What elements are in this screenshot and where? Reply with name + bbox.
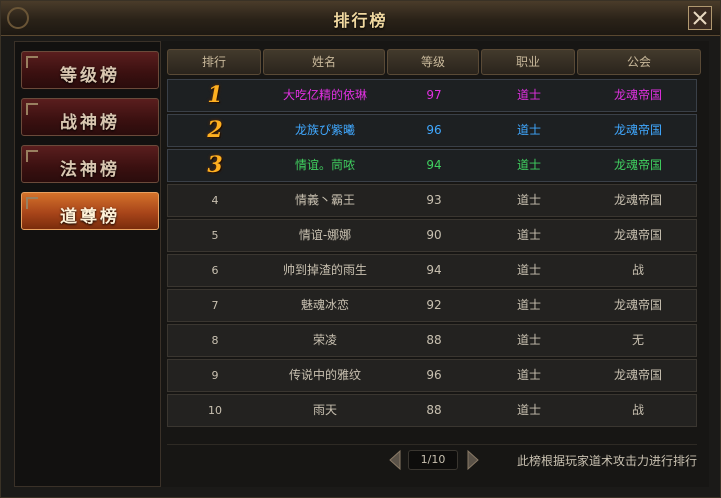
guild-cell: 龙魂帝国 — [613, 88, 662, 102]
table-row[interactable]: 8 荣凌 88 道士 无 — [167, 324, 697, 357]
player-name: 荣凌 — [312, 333, 337, 347]
player-name: 情義丶霸王 — [294, 193, 355, 207]
guild-cell: 龙魂帝国 — [613, 123, 662, 137]
page-indicator: 1/10 — [408, 450, 458, 470]
header-guild[interactable]: 公会 — [577, 49, 701, 75]
level-cell: 88 — [426, 403, 442, 417]
footer-divider — [167, 444, 697, 445]
guild-cell: 龙魂帝国 — [613, 193, 662, 207]
player-name: 魅魂冰恋 — [300, 298, 349, 312]
level-cell: 88 — [426, 333, 442, 347]
level-cell: 97 — [426, 88, 442, 102]
class-cell: 道士 — [516, 228, 541, 242]
close-icon — [693, 11, 707, 25]
class-cell: 道士 — [516, 88, 541, 102]
table-row[interactable]: 9 传说中的雅纹 96 道士 龙魂帝国 — [167, 359, 697, 392]
player-name: 帅到掉渣的雨生 — [282, 263, 367, 277]
table-row[interactable]: 3 情谊。茼哝 94 道士 龙魂帝国 — [167, 149, 697, 182]
tab-label: 等级榜 — [60, 66, 120, 86]
prev-page-icon[interactable] — [388, 449, 402, 471]
rank-cell: 5 — [211, 229, 219, 242]
level-cell: 94 — [426, 263, 442, 277]
header-level[interactable]: 等级 — [387, 49, 479, 75]
table-row[interactable]: 1 大吃亿精的依琳 97 道士 龙魂帝国 — [167, 79, 697, 112]
header-name[interactable]: 姓名 — [263, 49, 385, 75]
player-name: 情谊-娜娜 — [298, 228, 352, 242]
header-rank[interactable]: 排行 — [167, 49, 261, 75]
player-name: 大吃亿精的依琳 — [282, 88, 367, 102]
rank-cell: 3 — [207, 152, 223, 178]
rank-cell: 2 — [207, 117, 223, 143]
table-row[interactable]: 10 雨天 88 道士 战 — [167, 394, 697, 427]
player-name: 龙族ぴ紫曦 — [294, 123, 355, 137]
class-cell: 道士 — [516, 123, 541, 137]
category-sidebar: 等级榜 战神榜 法神榜 道尊榜 — [14, 41, 161, 487]
rank-cell: 8 — [211, 334, 219, 347]
close-button[interactable] — [688, 6, 712, 30]
player-name: 情谊。茼哝 — [294, 158, 355, 172]
tab-warrior-ranking[interactable]: 战神榜 — [21, 98, 159, 136]
class-cell: 道士 — [516, 263, 541, 277]
rank-cell: 1 — [207, 82, 223, 108]
guild-cell: 龙魂帝国 — [613, 228, 662, 242]
guild-cell: 龙魂帝国 — [613, 368, 662, 382]
rank-cell: 6 — [211, 264, 219, 277]
class-cell: 道士 — [516, 368, 541, 382]
table-row[interactable]: 2 龙族ぴ紫曦 96 道士 龙魂帝国 — [167, 114, 697, 147]
class-cell: 道士 — [516, 193, 541, 207]
window-title: 排行榜 — [333, 11, 388, 30]
tab-label: 法神榜 — [60, 160, 120, 180]
tab-label: 战神榜 — [60, 113, 120, 133]
level-cell: 94 — [426, 158, 442, 172]
header-class[interactable]: 职业 — [481, 49, 575, 75]
rank-cell: 4 — [211, 194, 219, 207]
ranking-note: 此榜根据玩家道术攻击力进行排行 — [516, 454, 697, 468]
ranking-table: 排行 姓名 等级 职业 公会 1 大吃亿精的依琳 97 道士 龙魂帝国 2 龙族ぴ紫曦 96 道… — [161, 41, 709, 487]
table-row[interactable]: 7 魅魂冰恋 92 道士 龙魂帝国 — [167, 289, 697, 322]
table-row[interactable]: 6 帅到掉渣的雨生 94 道士 战 — [167, 254, 697, 287]
guild-cell: 战 — [631, 263, 644, 277]
table-row[interactable]: 5 情谊-娜娜 90 道士 龙魂帝国 — [167, 219, 697, 252]
level-cell: 92 — [426, 298, 442, 312]
class-cell: 道士 — [516, 298, 541, 312]
rank-cell: 9 — [211, 369, 219, 382]
guild-cell: 龙魂帝国 — [613, 298, 662, 312]
level-cell: 96 — [426, 123, 442, 137]
table-row[interactable]: 4 情義丶霸王 93 道士 龙魂帝国 — [167, 184, 697, 217]
level-cell: 93 — [426, 193, 442, 207]
guild-cell: 龙魂帝国 — [613, 158, 662, 172]
title-bar[interactable]: 排行榜 — [1, 1, 720, 36]
rank-cell: 10 — [208, 404, 222, 417]
guild-cell: 无 — [631, 333, 644, 347]
level-cell: 96 — [426, 368, 442, 382]
tab-label: 道尊榜 — [60, 207, 120, 227]
leaderboard-window: 排行榜 等级榜 战神榜 法神榜 道尊榜 排行 姓名 等级 职业 公会 1 大吃亿… — [0, 0, 721, 498]
tab-level-ranking[interactable]: 等级榜 — [21, 51, 159, 89]
player-name: 雨天 — [312, 403, 337, 417]
class-cell: 道士 — [516, 403, 541, 417]
class-cell: 道士 — [516, 333, 541, 347]
class-cell: 道士 — [516, 158, 541, 172]
player-name: 传说中的雅纹 — [288, 368, 361, 382]
rank-cell: 7 — [211, 299, 219, 312]
next-page-icon[interactable] — [466, 449, 480, 471]
level-cell: 90 — [426, 228, 442, 242]
tab-mage-ranking[interactable]: 法神榜 — [21, 145, 159, 183]
tab-taoist-ranking[interactable]: 道尊榜 — [21, 192, 159, 230]
guild-cell: 战 — [631, 403, 644, 417]
